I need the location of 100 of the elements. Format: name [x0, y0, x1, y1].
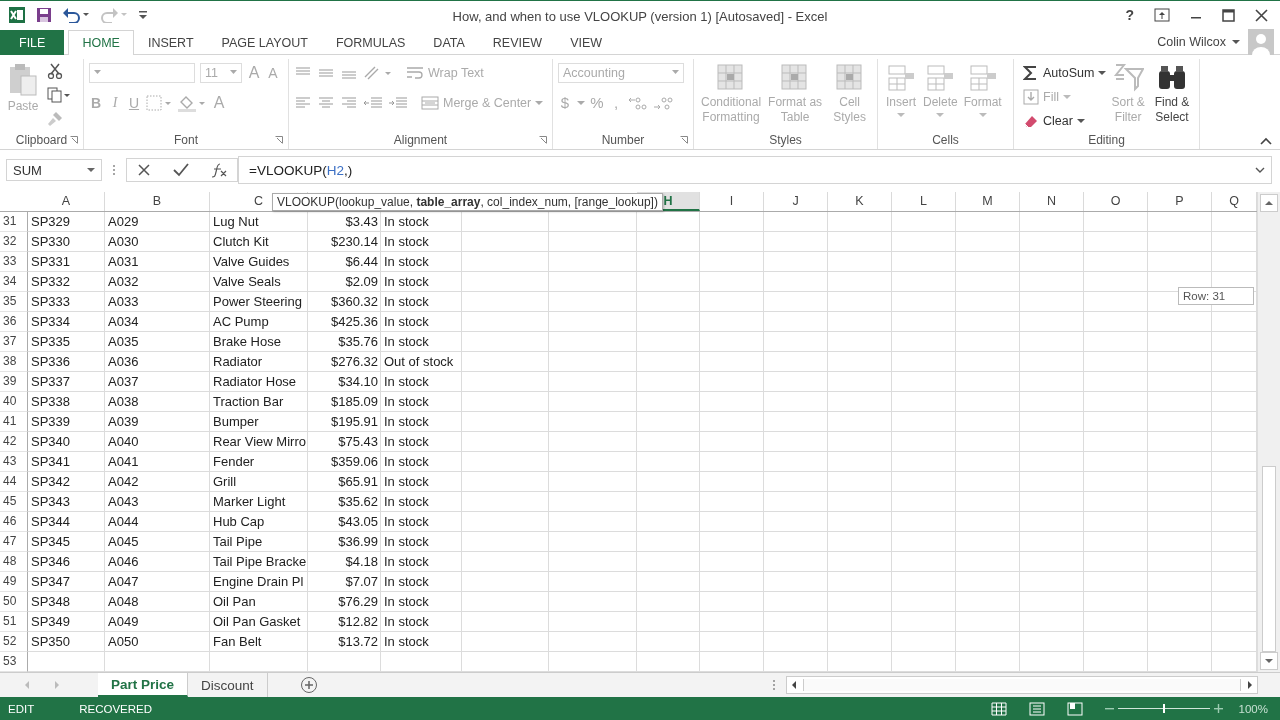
- orientation-icon[interactable]: [363, 64, 393, 81]
- column-header[interactable]: L: [892, 192, 956, 211]
- customize-menu-icon[interactable]: [138, 9, 148, 22]
- cancel-icon[interactable]: [137, 163, 151, 178]
- splitter-icon[interactable]: [772, 679, 776, 691]
- zoom-level[interactable]: 100%: [1238, 702, 1268, 715]
- copy-icon[interactable]: [47, 86, 71, 103]
- dialog-launcher-icon[interactable]: [680, 135, 688, 144]
- column-header[interactable]: B: [105, 192, 210, 211]
- table-cell-text: SP333: [30, 293, 72, 311]
- excel-logo-icon[interactable]: [8, 6, 26, 25]
- dialog-launcher-icon[interactable]: [539, 135, 547, 144]
- row-header[interactable]: 32: [0, 232, 28, 252]
- horizontal-scrollbar[interactable]: [786, 676, 1258, 694]
- scissors-icon[interactable]: [47, 62, 63, 79]
- formula-field[interactable]: =VLOOKUP(H2,): [238, 156, 1272, 185]
- zoom-slider[interactable]: [1104, 704, 1223, 713]
- close-icon[interactable]: [1255, 8, 1268, 22]
- collapse-ribbon-icon[interactable]: [1260, 136, 1272, 145]
- page-break-view-icon[interactable]: [1066, 701, 1083, 716]
- table-cell-text: In stock: [383, 373, 430, 391]
- table-cell-text: SP340: [30, 433, 72, 451]
- row-header[interactable]: 37: [0, 332, 28, 352]
- row-header[interactable]: 48: [0, 552, 28, 572]
- insert-function-icon[interactable]: [211, 162, 227, 179]
- page-layout-view-icon[interactable]: [1028, 701, 1045, 716]
- column-header[interactable]: J: [764, 192, 828, 211]
- ribbon-tab[interactable]: DATA: [419, 29, 479, 55]
- row-header[interactable]: 49: [0, 572, 28, 592]
- ribbon-tab[interactable]: FORMULAS: [321, 29, 420, 55]
- expand-icon[interactable]: [1255, 167, 1265, 174]
- row-header[interactable]: 39: [0, 372, 28, 392]
- table-cell-text: A042: [107, 473, 140, 491]
- row-header[interactable]: 40: [0, 392, 28, 412]
- caret-icon: [978, 111, 987, 118]
- add-sheet-icon[interactable]: [299, 676, 318, 694]
- maximize-icon[interactable]: [1222, 8, 1235, 22]
- ribbon-tab[interactable]: HOME: [68, 29, 134, 55]
- table-cell-text: In stock: [383, 553, 430, 571]
- undo-icon[interactable]: [62, 7, 90, 24]
- row-header[interactable]: 51: [0, 612, 28, 632]
- table-cell-text: In stock: [383, 473, 430, 491]
- dialog-launcher-icon[interactable]: [275, 135, 283, 144]
- ribbon-tab[interactable]: PAGE LAYOUT: [207, 29, 322, 55]
- caret-icon: [672, 70, 679, 75]
- user-name[interactable]: Colin Wilcox: [1157, 34, 1226, 49]
- ribbon-tab[interactable]: INSERT: [133, 29, 208, 55]
- save-icon[interactable]: [36, 7, 52, 24]
- table-cell-text: A043: [107, 493, 140, 511]
- row-header[interactable]: 34: [0, 272, 28, 292]
- decrease-decimal-icon[interactable]: [653, 95, 673, 110]
- row-header[interactable]: 50: [0, 592, 28, 612]
- column-header[interactable]: K: [828, 192, 892, 211]
- name-box[interactable]: SUM: [6, 159, 102, 182]
- increase-decimal-icon[interactable]: [628, 95, 648, 110]
- column-header[interactable]: I: [700, 192, 764, 211]
- row-header[interactable]: 42: [0, 432, 28, 452]
- row-header[interactable]: 31: [0, 212, 28, 232]
- row-header[interactable]: 36: [0, 312, 28, 332]
- row-header[interactable]: 33: [0, 252, 28, 272]
- scroll-down-icon[interactable]: [1260, 652, 1278, 670]
- vertical-scrollbar[interactable]: [1257, 192, 1280, 672]
- scroll-thumb[interactable]: [803, 679, 1241, 691]
- row-header[interactable]: 44: [0, 472, 28, 492]
- zoom-in-icon[interactable]: [1213, 704, 1223, 713]
- column-header[interactable]: O: [1084, 192, 1148, 211]
- table-cell-text: In stock: [383, 433, 430, 451]
- status-mode: EDIT: [8, 702, 35, 715]
- ribbon-tab[interactable]: VIEW: [556, 29, 617, 55]
- enter-check-icon[interactable]: [173, 163, 189, 178]
- row-header[interactable]: 46: [0, 512, 28, 532]
- row-header[interactable]: 45: [0, 492, 28, 512]
- table-cell-text: Hub Cap: [212, 513, 266, 531]
- table-cell-text: A031: [107, 253, 140, 271]
- ribbon-tab[interactable]: REVIEW: [478, 29, 557, 55]
- row-header[interactable]: 43: [0, 452, 28, 472]
- row-header[interactable]: 35: [0, 292, 28, 312]
- column-header[interactable]: M: [956, 192, 1020, 211]
- format-painter-icon[interactable]: [47, 110, 63, 127]
- editing-button[interactable]: Find & Select: [1149, 60, 1194, 131]
- normal-view-icon[interactable]: [990, 701, 1007, 716]
- editing-button[interactable]: Clear: [1023, 110, 1107, 131]
- row-header[interactable]: 38: [0, 352, 28, 372]
- column-header[interactable]: P: [1148, 192, 1212, 211]
- scroll-thumb[interactable]: [1262, 466, 1276, 652]
- column-header[interactable]: N: [1020, 192, 1084, 211]
- dialog-launcher-icon[interactable]: [70, 135, 78, 144]
- ribbon-display-icon[interactable]: [1154, 8, 1170, 23]
- column-header[interactable]: A: [28, 192, 105, 211]
- row-header[interactable]: 41: [0, 412, 28, 432]
- editing-button[interactable]: AutoSum: [1023, 62, 1107, 83]
- caret-icon[interactable]: [1232, 38, 1240, 45]
- help-button[interactable]: ?: [1125, 7, 1134, 24]
- font-name-field[interactable]: [89, 62, 195, 83]
- row-header[interactable]: 52: [0, 632, 28, 652]
- group-label: Cells: [932, 132, 959, 147]
- scroll-up-icon[interactable]: [1260, 194, 1278, 212]
- sheet-tab[interactable]: Part Price: [98, 673, 189, 697]
- file-tab[interactable]: FILE: [0, 29, 65, 55]
- row-header[interactable]: 47: [0, 532, 28, 552]
